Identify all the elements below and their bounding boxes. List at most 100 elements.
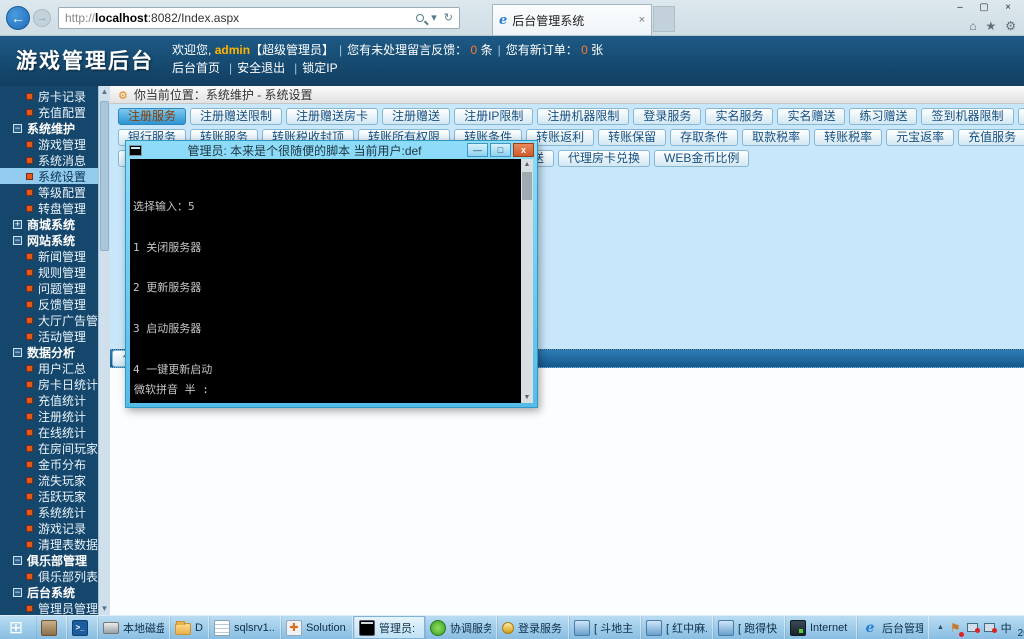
scroll-up-icon[interactable]: ▲ bbox=[99, 86, 110, 98]
sidebar-scroll-thumb[interactable] bbox=[100, 101, 109, 251]
taskbar-item[interactable]: 登录服务... bbox=[497, 616, 569, 639]
sidebar-item[interactable]: 问题管理 bbox=[0, 280, 98, 296]
favorites-icon[interactable]: ★ bbox=[985, 19, 996, 33]
sidebar-item[interactable]: 活跃玩家 bbox=[0, 488, 98, 504]
taskbar-item[interactable]: e 后台管理... bbox=[857, 616, 929, 639]
sidebar-item[interactable]: 转盘管理 bbox=[0, 200, 98, 216]
new-tab-button[interactable] bbox=[653, 6, 675, 32]
refresh-icon[interactable]: ↻ bbox=[444, 8, 453, 28]
tab-button[interactable]: 低保领取条件 bbox=[1018, 108, 1024, 125]
scroll-down-icon[interactable]: ▼ bbox=[99, 603, 110, 615]
action-center-flag-icon[interactable]: ⚑ bbox=[950, 621, 961, 635]
tab-button[interactable]: 注册赠送限制 bbox=[190, 108, 282, 125]
gear-icon[interactable]: ⚙ bbox=[1005, 19, 1016, 33]
tab-button[interactable]: 转账税率 bbox=[814, 129, 882, 146]
sidebar-scrollbar[interactable]: ▲ ▼ bbox=[98, 86, 110, 615]
sidebar-item[interactable]: 充值统计 bbox=[0, 392, 98, 408]
maximize-button[interactable]: ▢ bbox=[972, 1, 996, 15]
ime-indicator[interactable]: 中 bbox=[1001, 620, 1012, 636]
sidebar-item[interactable]: 充值配置 bbox=[0, 104, 98, 120]
sidebar-item[interactable]: 规则管理 bbox=[0, 264, 98, 280]
taskbar-item[interactable]: [ 斗地主 ... bbox=[569, 616, 641, 639]
tab-button[interactable]: 练习赠送 bbox=[849, 108, 917, 125]
tab-button[interactable]: 注册赠送 bbox=[382, 108, 450, 125]
sidebar-item[interactable]: − 数据分析 bbox=[0, 344, 98, 360]
taskbar-item[interactable]: 协调服务... bbox=[425, 616, 497, 639]
link-lock-ip[interactable]: 锁定IP bbox=[302, 61, 337, 75]
sidebar-item[interactable]: 房卡日统计 bbox=[0, 376, 98, 392]
tab-button[interactable]: 充值服务 bbox=[958, 129, 1024, 146]
console-scroll-down-icon[interactable]: ▼ bbox=[521, 392, 533, 403]
address-bar[interactable]: http://localhost:8082/Index.aspx ▾ ↻ bbox=[58, 7, 460, 29]
tray-expand-icon[interactable]: ▲ bbox=[937, 624, 944, 631]
console-maximize-button[interactable]: □ bbox=[490, 143, 511, 157]
tab-button[interactable]: 实名赠送 bbox=[777, 108, 845, 125]
sidebar-item[interactable]: 系统统计 bbox=[0, 504, 98, 520]
taskbar-item[interactable] bbox=[36, 616, 67, 639]
console-titlebar[interactable]: 管理员: 本来是个很随便的脚本 当前用户:def — □ x bbox=[126, 141, 537, 159]
sidebar-item[interactable]: − 俱乐部管理 bbox=[0, 552, 98, 568]
sidebar-item[interactable]: − 后台系统 bbox=[0, 584, 98, 600]
tab-button[interactable]: 转账保留 bbox=[598, 129, 666, 146]
sidebar-item[interactable]: 活动管理 bbox=[0, 328, 98, 344]
back-button[interactable]: ← bbox=[6, 6, 30, 30]
link-logout[interactable]: 安全退出 bbox=[237, 61, 285, 75]
console-close-button[interactable]: x bbox=[513, 143, 534, 157]
sidebar-item[interactable]: 大厅广告管理 bbox=[0, 312, 98, 328]
tab-button[interactable]: 登录服务 bbox=[633, 108, 701, 125]
tab-button[interactable]: 代理房卡兑换 bbox=[558, 150, 650, 167]
sidebar-item[interactable]: + 商城系统 bbox=[0, 216, 98, 232]
taskbar-item[interactable]: 本地磁盘... bbox=[98, 616, 170, 639]
sidebar-item[interactable]: 清理表数据 bbox=[0, 536, 98, 552]
sidebar-item[interactable]: 在线统计 bbox=[0, 424, 98, 440]
taskbar-item[interactable]: 管理员: ... bbox=[353, 616, 425, 639]
taskbar-item[interactable]: sqlsrv1... bbox=[209, 616, 281, 639]
sidebar-item[interactable]: 房卡记录 bbox=[0, 88, 98, 104]
tab-button[interactable]: 注册服务 bbox=[118, 108, 186, 125]
taskbar-item[interactable]: D bbox=[170, 616, 209, 639]
sidebar-item[interactable]: 流失玩家 bbox=[0, 472, 98, 488]
taskbar-item[interactable]: >_ bbox=[67, 616, 98, 639]
url-dropdown-icon[interactable]: ▾ bbox=[431, 8, 437, 28]
tab-button[interactable]: 元宝返率 bbox=[886, 129, 954, 146]
tab-button[interactable]: 存取条件 bbox=[670, 129, 738, 146]
minimize-button[interactable]: – bbox=[948, 1, 972, 15]
taskbar-item[interactable]: [ 跑得快 ... bbox=[713, 616, 785, 639]
sidebar-item[interactable]: 注册统计 bbox=[0, 408, 98, 424]
tab-button[interactable]: WEB金币比例 bbox=[654, 150, 749, 167]
taskbar-item[interactable]: ⊞ bbox=[0, 616, 36, 639]
tab-button[interactable]: 注册机器限制 bbox=[537, 108, 629, 125]
search-icon[interactable] bbox=[416, 14, 424, 22]
sidebar-item[interactable]: 管理员管理 bbox=[0, 600, 98, 616]
console-scrollbar[interactable]: ▲ ▼ bbox=[521, 159, 533, 403]
taskbar-item[interactable]: ✚ Solution... bbox=[281, 616, 353, 639]
sidebar-item[interactable]: 新闻管理 bbox=[0, 248, 98, 264]
sidebar-item[interactable]: 俱乐部列表 bbox=[0, 568, 98, 584]
sidebar-item[interactable]: − 网站系统 bbox=[0, 232, 98, 248]
tab-button[interactable]: 注册IP限制 bbox=[454, 108, 533, 125]
network-icon[interactable] bbox=[967, 623, 978, 632]
sidebar-item[interactable]: 用户汇总 bbox=[0, 360, 98, 376]
clock[interactable]: 5:57 2022/5/14 bbox=[1018, 617, 1024, 639]
forward-button[interactable]: → bbox=[33, 9, 51, 27]
tab-button[interactable]: 取款税率 bbox=[742, 129, 810, 146]
volume-icon[interactable] bbox=[984, 623, 995, 632]
sidebar-item[interactable]: 游戏记录 bbox=[0, 520, 98, 536]
tab-button[interactable]: 实名服务 bbox=[705, 108, 773, 125]
tab-button[interactable]: 签到机器限制 bbox=[921, 108, 1013, 125]
sidebar-item[interactable]: 等级配置 bbox=[0, 184, 98, 200]
sidebar-item[interactable]: 游戏管理 bbox=[0, 136, 98, 152]
console-scroll-up-icon[interactable]: ▲ bbox=[521, 159, 533, 170]
sidebar-item[interactable]: 系统消息 bbox=[0, 152, 98, 168]
console-window[interactable]: 管理员: 本来是个很随便的脚本 当前用户:def — □ x 选择输入：5 1 … bbox=[125, 140, 538, 408]
sidebar-item[interactable]: 金币分布 bbox=[0, 456, 98, 472]
sidebar-item[interactable]: 反馈管理 bbox=[0, 296, 98, 312]
sidebar-item[interactable]: 在房间玩家 bbox=[0, 440, 98, 456]
console-minimize-button[interactable]: — bbox=[467, 143, 488, 157]
browser-tab[interactable]: e 后台管理系统 × bbox=[492, 4, 652, 35]
close-button[interactable]: × bbox=[996, 1, 1020, 15]
tab-close-icon[interactable]: × bbox=[639, 14, 645, 26]
taskbar-item[interactable]: Internet ... bbox=[785, 616, 857, 639]
console-body[interactable]: 选择输入：5 1 关闭服务器 2 更新服务器 3 启动服务器 4 一键更新启动 … bbox=[130, 159, 533, 403]
sidebar-item[interactable]: − 系统维护 bbox=[0, 120, 98, 136]
